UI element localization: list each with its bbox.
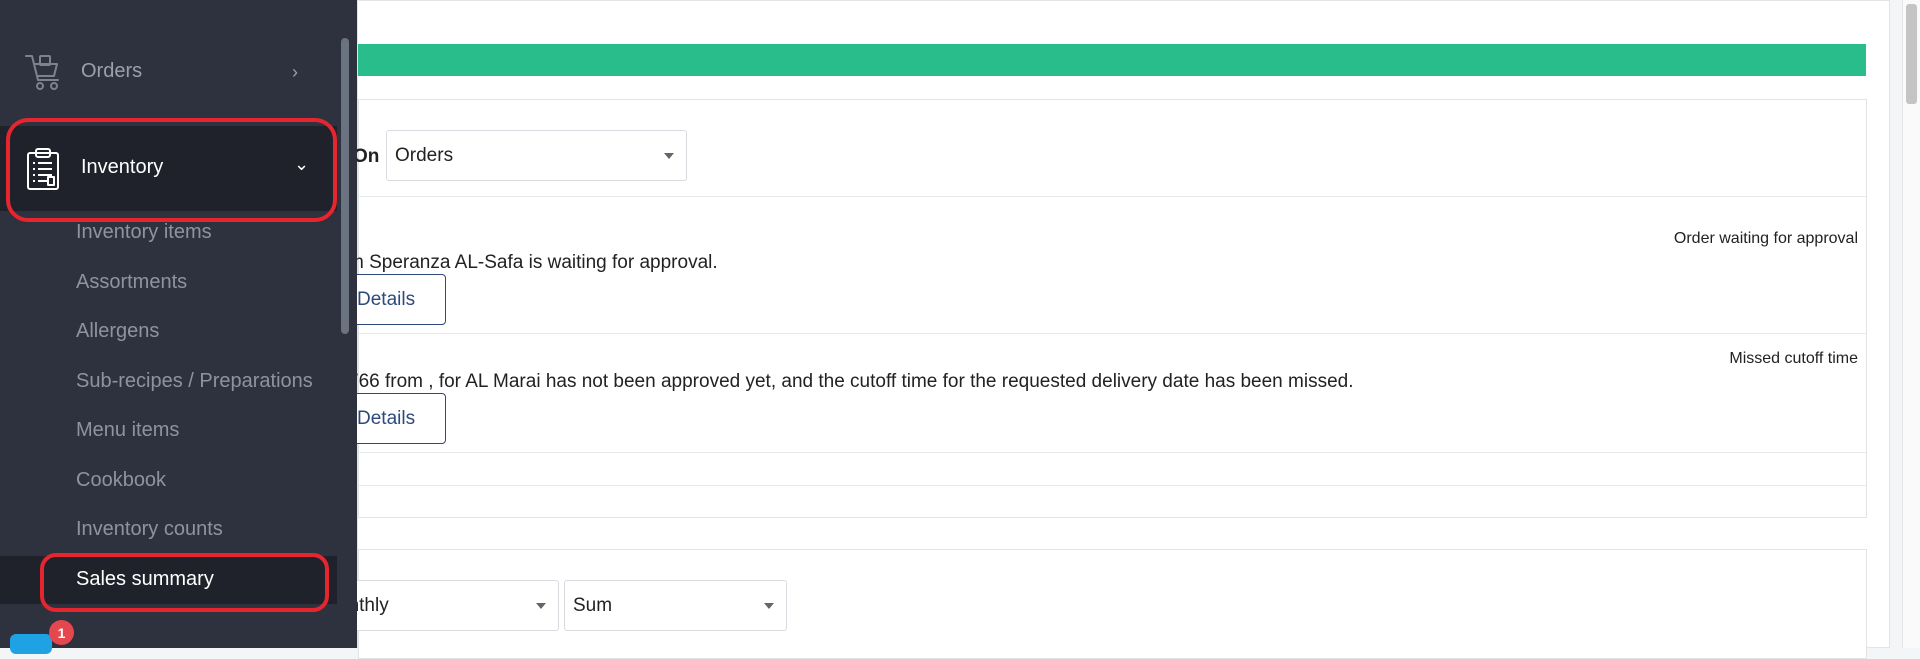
notification-message: m Speranza AL-Safa is waiting for approv…	[348, 252, 718, 273]
cart-icon	[25, 55, 59, 90]
aggregate-select-value: Sum	[573, 594, 613, 616]
header-accent-bar	[358, 44, 1866, 76]
notification-type: Order waiting for approval	[1673, 230, 1858, 247]
sidebar-subitem-allergens[interactable]: Allergens	[76, 320, 159, 343]
page-card: On Orders Order waiting for approval m S…	[319, 0, 1890, 659]
highlight-box-inventory	[6, 118, 337, 222]
sidebar-item-label: Orders	[81, 60, 143, 82]
notification-item: Order waiting for approval m Speranza AL…	[319, 197, 1866, 334]
sidebar-item-orders[interactable]: Orders ›	[0, 40, 337, 102]
notification-message: 766 from , for AL Marai has not been app…	[348, 371, 1354, 392]
caret-down-icon	[536, 602, 546, 609]
notification-type-select-value: Orders	[395, 144, 454, 166]
main-content: On Orders Order waiting for approval m S…	[319, 0, 1895, 659]
sidebar-scrollbar[interactable]	[341, 38, 349, 334]
chat-button[interactable]	[10, 634, 52, 654]
sidebar-subitem-menu-items[interactable]: Menu items	[76, 419, 179, 442]
sidebar: Orders › Inventory ⌄ Inventory items Ass…	[0, 0, 357, 654]
chevron-right-icon: ›	[292, 62, 298, 82]
sales-summary-panel: onthly Sum	[329, 549, 1867, 659]
notification-type-select[interactable]: Orders	[386, 130, 687, 181]
sidebar-subitem-inventory-counts[interactable]: Inventory counts	[76, 518, 223, 541]
page-scrollbar-thumb[interactable]	[1906, 4, 1917, 104]
caret-down-icon	[664, 152, 674, 159]
notifications-panel: On Orders Order waiting for approval m S…	[319, 99, 1867, 518]
sidebar-subitem-cookbook[interactable]: Cookbook	[76, 469, 166, 492]
page-scrollbar[interactable]	[1902, 0, 1920, 648]
highlight-box-sales-summary	[40, 553, 329, 612]
caret-down-icon	[764, 602, 774, 609]
period-select[interactable]: onthly	[329, 580, 559, 631]
notification-type: Missed cutoff time	[1729, 350, 1858, 367]
aggregate-select[interactable]: Sum	[564, 580, 787, 631]
notification-item: Missed cutoff time 766 from , for AL Mar…	[319, 334, 1866, 453]
sidebar-subitem-sub-recipes[interactable]: Sub-recipes / Preparations	[76, 370, 313, 393]
notification-badge: 1	[49, 620, 74, 645]
sidebar-subitem-inventory-items[interactable]: Inventory items	[76, 221, 212, 244]
sidebar-subitem-assortments[interactable]: Assortments	[76, 271, 187, 294]
notifications-filter-row: On Orders	[353, 100, 1866, 197]
notification-item	[359, 453, 1866, 486]
